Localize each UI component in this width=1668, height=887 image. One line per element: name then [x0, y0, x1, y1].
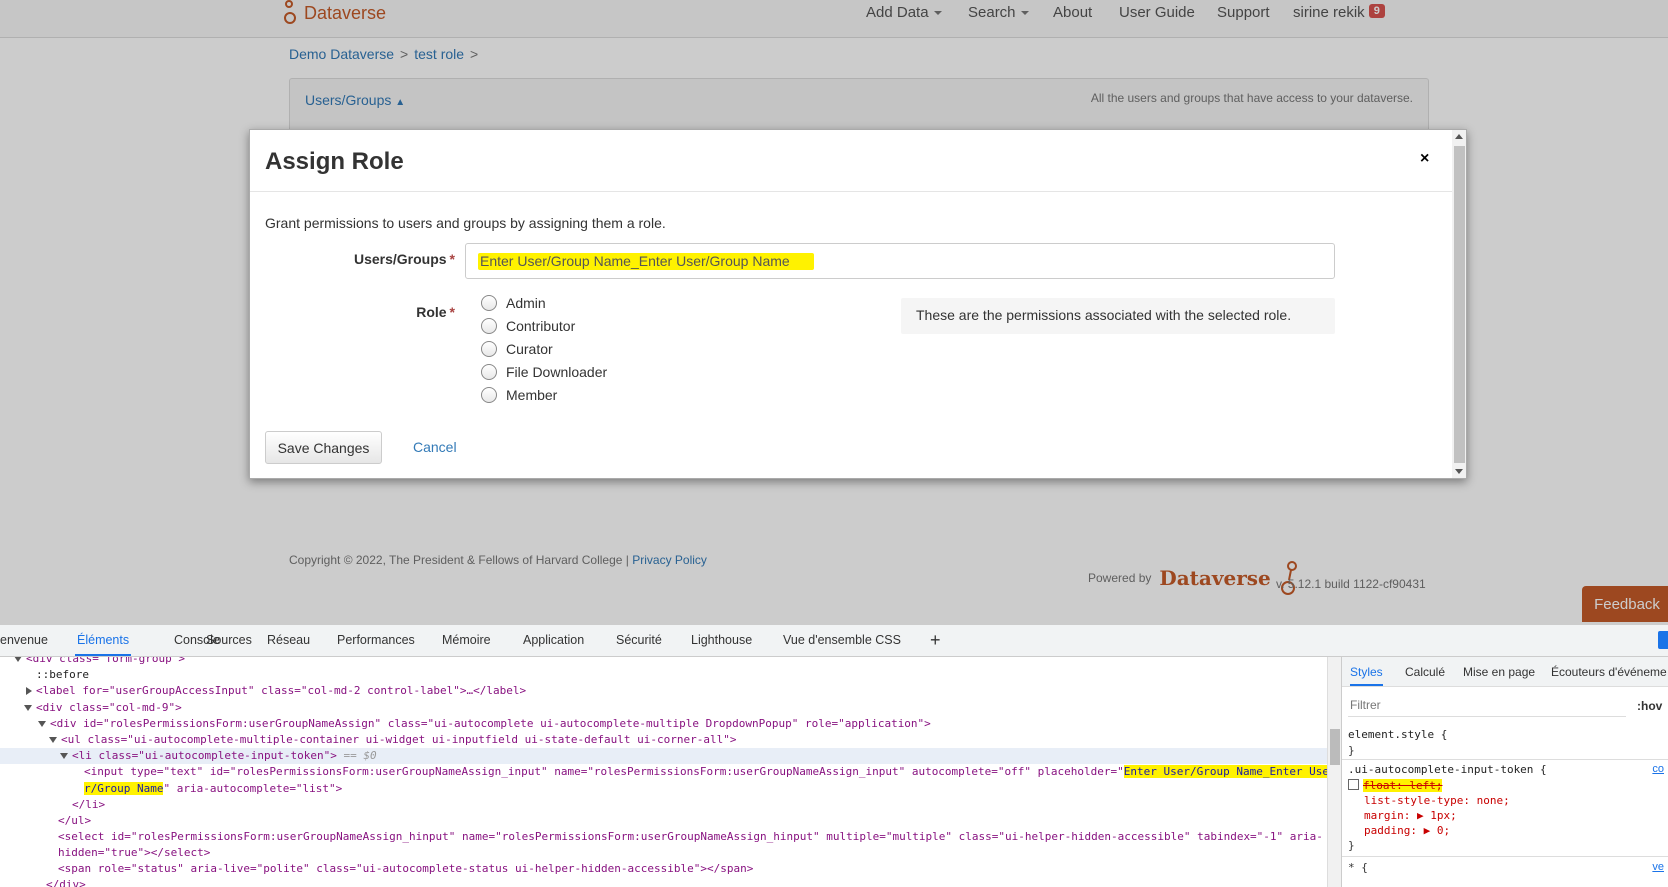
devtools-tab-security[interactable]: Sécurité	[616, 633, 662, 647]
modal-title: Assign Role	[265, 148, 404, 175]
source-link[interactable]: ve	[1652, 861, 1664, 873]
code-line[interactable]: <input type="text" id="rolesPermissionsF…	[84, 764, 1330, 780]
code-line[interactable]: <label for="userGroupAccessInput" class=…	[26, 683, 526, 699]
devtools-tab-elements[interactable]: Éléments	[77, 633, 129, 647]
permissions-info: These are the permissions associated wit…	[901, 298, 1335, 334]
styles-pane: Styles Calculé Mise en page Écouteurs d'…	[1341, 657, 1668, 887]
close-icon[interactable]: ×	[1420, 150, 1429, 168]
event-listeners-tab[interactable]: Écouteurs d'événeme	[1551, 665, 1667, 679]
source-link[interactable]: co	[1652, 763, 1664, 775]
role-option-contributor[interactable]: Contributor	[481, 318, 575, 334]
rule-close: }	[1348, 744, 1355, 757]
layout-tab[interactable]: Mise en page	[1463, 665, 1535, 679]
devtools-tab-css-overview[interactable]: Vue d'ensemble CSS	[783, 633, 901, 647]
role-option-curator[interactable]: Curator	[481, 341, 553, 357]
scrollbar-thumb[interactable]	[1330, 729, 1340, 765]
code-line[interactable]: </div>	[46, 877, 86, 887]
radio-button[interactable]	[481, 295, 497, 311]
elements-tree: <div class="form-group"> ::before <label…	[0, 657, 1330, 887]
element-style-rule: element.style {	[1348, 728, 1448, 741]
devtools-tab-application[interactable]: Application	[523, 633, 584, 647]
checkbox[interactable]	[1348, 779, 1359, 790]
universal-rule: * {	[1348, 861, 1368, 874]
dataverse-page: Dataverse Add Data Search About User Gui…	[0, 0, 1668, 624]
radio-button[interactable]	[481, 364, 497, 380]
role-option-file-downloader[interactable]: File Downloader	[481, 364, 607, 380]
modal-header: Assign Role ×	[250, 130, 1453, 192]
scrollbar-thumb[interactable]	[1454, 146, 1465, 463]
users-groups-placeholder: Enter User/Group Name_Enter User/Group N…	[478, 253, 814, 270]
role-option-admin[interactable]: Admin	[481, 295, 546, 311]
code-line[interactable]: <select id="rolesPermissionsForm:userGro…	[58, 829, 1323, 845]
rule-prop[interactable]: list-style-type: none;	[1348, 793, 1510, 808]
styles-tabs: Styles Calculé Mise en page Écouteurs d'…	[1342, 657, 1668, 687]
code-line[interactable]: <div class="form-group">	[14, 657, 185, 667]
code-line[interactable]: <span role="status" aria-live="polite" c…	[58, 861, 753, 877]
rule-close: }	[1348, 839, 1355, 852]
code-line[interactable]: ::before	[36, 667, 89, 683]
devtools-tabs: envenue Éléments Console Sources Réseau …	[0, 625, 1668, 657]
rule-selector: .ui-autocomplete-input-token {	[1348, 763, 1547, 776]
computed-tab[interactable]: Calculé	[1405, 665, 1445, 679]
radio-button[interactable]	[481, 318, 497, 334]
code-line[interactable]: <div id="rolesPermissionsForm:userGroupN…	[38, 716, 931, 732]
code-line[interactable]: <ul class="ui-autocomplete-multiple-cont…	[49, 732, 737, 748]
code-line[interactable]: </li>	[72, 797, 105, 813]
highlighted-placeholder: r/Group Name	[84, 782, 164, 795]
rule-prop[interactable]: margin: ▶ 1px;	[1348, 808, 1457, 823]
code-line[interactable]: </ul>	[58, 813, 91, 829]
devtools-tab[interactable]: envenue	[0, 633, 48, 647]
devtools-tab-network[interactable]: Réseau	[267, 633, 310, 647]
devtools-tab-performance[interactable]: Performances	[337, 633, 415, 647]
rule-prop-float[interactable]: float: left;	[1348, 778, 1443, 793]
code-line[interactable]: hidden="true"></select>	[58, 845, 210, 861]
hover-state-toggle[interactable]: :hov	[1637, 699, 1662, 713]
code-line[interactable]: <div class="col-md-9">	[24, 700, 182, 716]
radio-button[interactable]	[481, 341, 497, 357]
assign-role-modal: Assign Role × Grant permissions to users…	[249, 129, 1467, 479]
devtools-tab-memory[interactable]: Mémoire	[442, 633, 491, 647]
radio-button[interactable]	[481, 387, 497, 403]
users-groups-label: Users/Groups *	[353, 251, 455, 267]
active-tab-indicator	[75, 654, 131, 656]
devtools-tab-lighthouse[interactable]: Lighthouse	[691, 633, 752, 647]
scroll-down-icon[interactable]	[1455, 469, 1463, 474]
modal-intro: Grant permissions to users and groups by…	[265, 215, 666, 231]
users-groups-input[interactable]: Enter User/Group Name_Enter User/Group N…	[465, 243, 1335, 279]
elements-scrollbar[interactable]	[1327, 657, 1341, 887]
rule-prop[interactable]: padding: ▶ 0;	[1348, 823, 1450, 838]
scroll-up-icon[interactable]	[1455, 134, 1463, 139]
settings-icon[interactable]	[1658, 631, 1668, 649]
code-line[interactable]: r/Group Name" aria-autocomplete="list">	[84, 781, 342, 797]
highlighted-placeholder: Enter User/Group Name_Enter Use	[1123, 765, 1330, 778]
add-tab-icon[interactable]: +	[930, 630, 941, 651]
cancel-button[interactable]: Cancel	[413, 439, 457, 455]
code-line-selected[interactable]: <li class="ui-autocomplete-input-token">…	[0, 748, 1328, 765]
styles-filter-input[interactable]: Filtrer	[1348, 695, 1626, 717]
styles-tab[interactable]: Styles	[1350, 665, 1383, 686]
devtools-panel: envenue Éléments Console Sources Réseau …	[0, 624, 1668, 887]
modal-scrollbar[interactable]	[1452, 130, 1466, 478]
save-changes-button[interactable]: Save Changes	[265, 431, 382, 464]
role-option-member[interactable]: Member	[481, 387, 557, 403]
role-label: Role *	[416, 304, 455, 320]
devtools-tab-sources[interactable]: Sources	[206, 633, 252, 647]
